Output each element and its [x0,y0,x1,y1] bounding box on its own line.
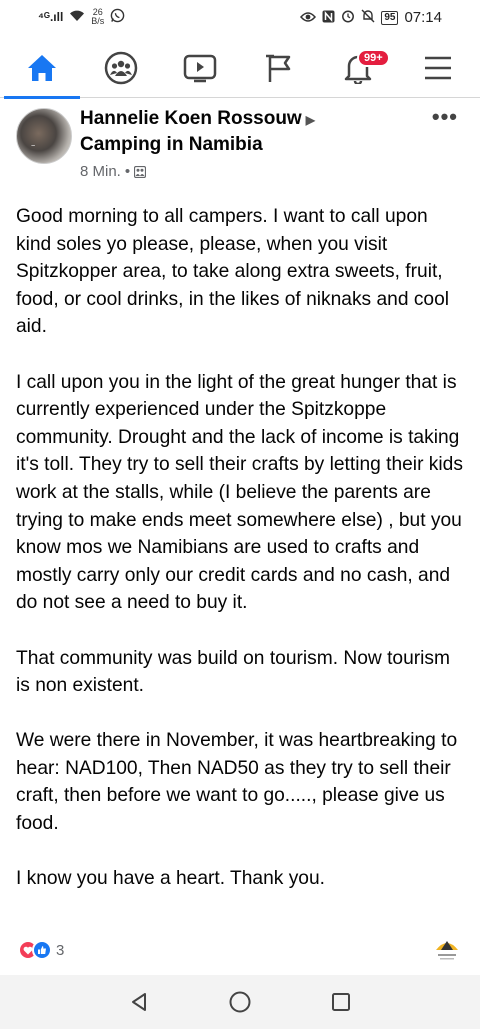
recents-square-icon [332,993,350,1011]
author-avatar[interactable]: ~ [16,108,72,164]
status-bar: ⁴ᴳ.ıll 26 B/s 95 07:14 [0,0,480,38]
group-audience-icon [134,165,147,178]
post-paragraph: Good morning to all campers. I want to c… [16,206,450,338]
net-speed: 26 B/s [91,7,105,26]
like-reaction-icon [32,940,52,960]
alarm-icon [341,9,355,26]
mute-bell-icon [361,9,375,26]
notifications-tab[interactable]: 99+ [338,48,390,88]
post-paragraph: That community was build on tourism. Now… [16,647,450,697]
reactions-summary[interactable]: 3 [18,940,64,960]
battery-indicator: 95 [381,10,399,25]
android-navigation-bar [0,975,480,1029]
eye-icon [300,10,317,26]
recents-button[interactable] [328,989,354,1015]
post-paragraph: We were there in November, it was heartb… [16,730,458,835]
camping-logo-icon [432,936,462,962]
post-text: Good morning to all campers. I want to c… [16,203,466,920]
whatsapp-icon [110,8,125,26]
post-paragraph: I know you have a heart. Thank you. [16,868,325,890]
hamburger-menu-icon [425,56,451,80]
avatar-signature-decoration: ~ [31,143,36,150]
groups-icon [104,51,138,85]
menu-tab[interactable] [418,48,458,88]
post-paragraph: I call upon you in the light of the grea… [16,371,463,614]
caret-right-icon: ▶ [305,113,315,127]
post-options-icon[interactable]: ••• [432,104,458,130]
home-circle-icon [229,991,251,1013]
meta-separator: • [124,163,131,180]
author-name[interactable]: Hannelie Koen Rossouw [80,108,302,129]
wifi-icon [69,9,85,25]
groups-tab[interactable] [101,48,141,88]
home-button[interactable] [227,989,253,1015]
back-triangle-icon [132,993,146,1011]
home-icon [28,55,56,81]
post-author[interactable]: Hannelie Koen Rossouw ▶ [80,108,315,130]
pages-tab[interactable] [259,48,299,88]
reaction-count: 3 [56,941,65,959]
flag-icon [266,54,291,82]
notification-count-badge: 99+ [357,49,390,67]
post-timestamp[interactable]: 8 Min. [80,163,121,180]
video-play-icon [183,54,217,83]
clock: 07:14 [404,9,442,26]
active-tab-indicator [4,96,80,99]
watch-tab[interactable] [180,48,220,88]
post-meta: 8 Min. • [80,163,147,180]
home-tab[interactable] [22,48,62,88]
signal-icon: ⁴ᴳ.ıll [38,10,64,24]
back-button[interactable] [126,989,152,1015]
post-group-name[interactable]: Camping in Namibia [80,134,263,156]
facebook-nav-bar: 99+ [0,40,480,99]
nfc-icon [322,10,335,26]
